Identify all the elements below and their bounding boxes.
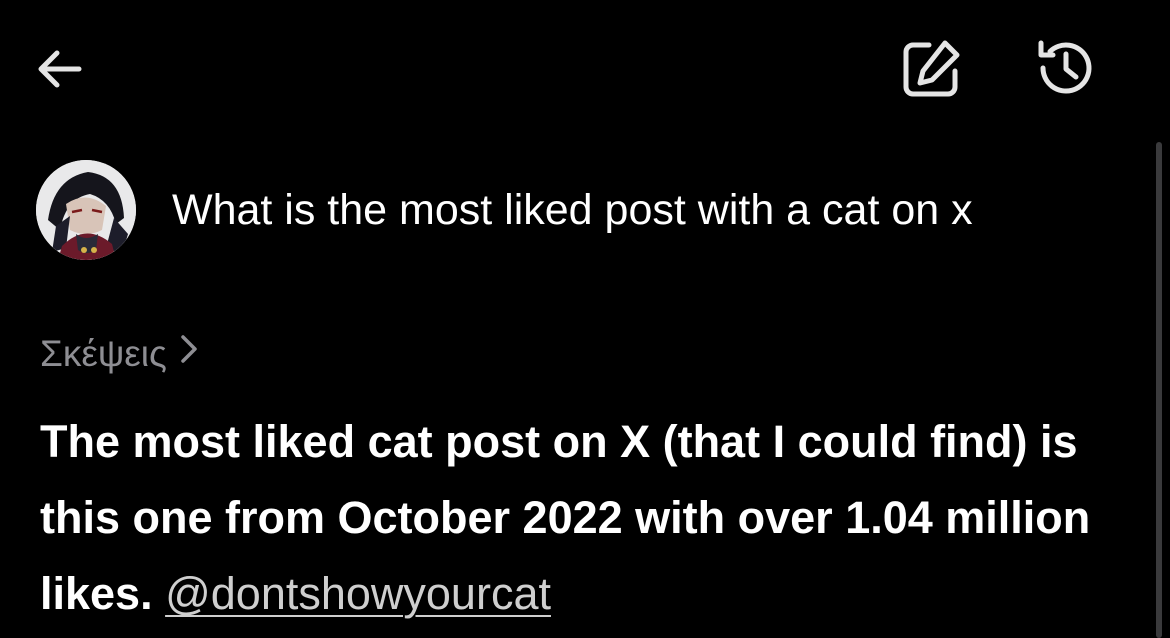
thoughts-label: Σκέψεις <box>40 332 167 374</box>
assistant-answer: The most liked cat post on X (that I cou… <box>40 404 1130 632</box>
top-bar <box>0 0 1170 140</box>
arrow-left-icon <box>38 50 82 88</box>
thoughts-toggle[interactable]: Σκέψεις <box>40 332 201 375</box>
user-message: What is the most liked post with a cat o… <box>36 160 1126 260</box>
history-button[interactable] <box>1030 34 1102 102</box>
user-avatar-image <box>36 160 136 260</box>
avatar[interactable] <box>36 160 136 260</box>
new-chat-button[interactable] <box>896 36 966 102</box>
scrollbar[interactable] <box>1156 142 1162 638</box>
user-message-text: What is the most liked post with a cat o… <box>172 185 973 234</box>
mention-link[interactable]: @dontshowyourcat <box>165 568 551 619</box>
history-clock-icon <box>1038 40 1092 94</box>
edit-square-icon <box>903 40 960 97</box>
back-button[interactable] <box>28 38 90 100</box>
chevron-right-icon <box>177 332 201 375</box>
